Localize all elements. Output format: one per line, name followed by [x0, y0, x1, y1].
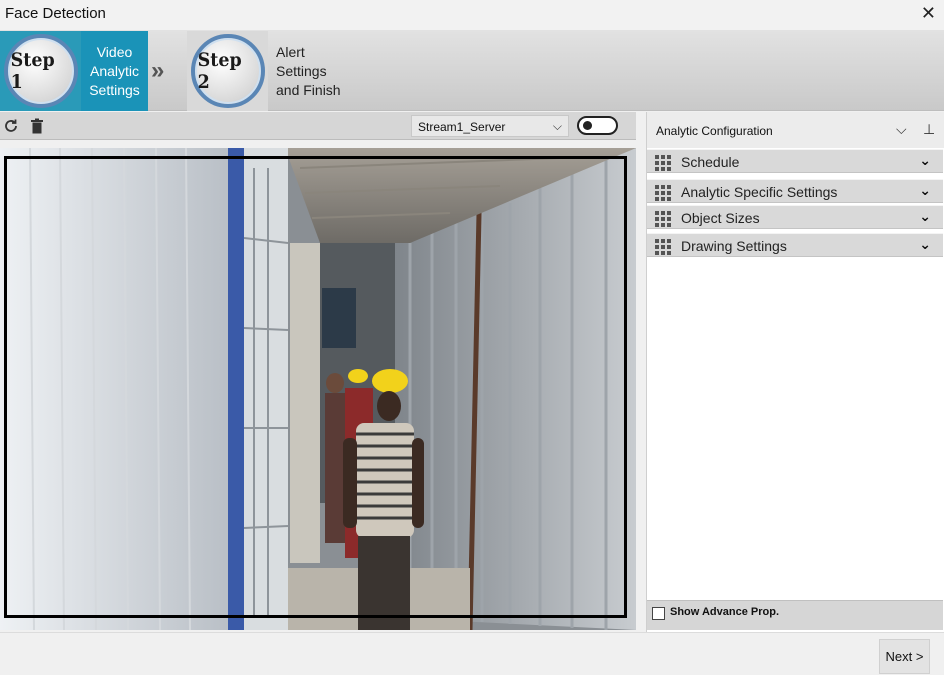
section-object-sizes[interactable]: Object Sizes ⌄	[647, 205, 943, 229]
step-1-badge-text: Step 1	[10, 49, 55, 93]
show-advance-label[interactable]: Show Advance Prop.	[670, 606, 779, 618]
window-title: Face Detection	[5, 5, 106, 22]
section-drawing-settings[interactable]: Drawing Settings ⌄	[647, 233, 943, 257]
show-advance-row: Show Advance Prop.	[647, 600, 943, 630]
step-2-circle: Step 2	[190, 34, 265, 108]
footer-bar: Next >	[0, 632, 944, 675]
panel-title: Analytic Configuration	[656, 124, 773, 138]
pin-icon[interactable]: ⊥	[923, 121, 935, 138]
step-1-circle: Step 1	[3, 34, 78, 108]
title-bar: Face Detection ✕	[0, 0, 944, 30]
section-label: Schedule	[681, 154, 740, 170]
stream-toggle[interactable]	[577, 116, 618, 135]
chevron-down-icon: ⌵	[552, 119, 562, 133]
close-icon[interactable]: ✕	[921, 3, 936, 24]
section-label: Object Sizes	[681, 210, 760, 226]
step-2-label-box[interactable]: Alert Settings and Finish	[268, 31, 358, 111]
grip-icon	[655, 239, 671, 255]
stream-select[interactable]: Stream1_Server ⌵	[411, 115, 569, 137]
step-2-label: Alert Settings and Finish	[276, 44, 341, 98]
chevron-down-icon: ⌄	[919, 236, 931, 252]
video-toolbar: Stream1_Server ⌵	[0, 112, 636, 140]
section-label: Analytic Specific Settings	[681, 184, 838, 200]
stream-select-value: Stream1_Server	[418, 120, 506, 134]
step-1-label-box[interactable]: Video Analytic Settings	[81, 31, 148, 111]
step-2-badge[interactable]: Step 2	[187, 31, 268, 111]
refresh-icon[interactable]	[3, 118, 19, 134]
chevron-down-icon: ⌄	[919, 152, 931, 168]
trash-icon[interactable]	[30, 118, 44, 134]
video-feed[interactable]	[0, 148, 636, 630]
step-2-badge-text: Step 2	[197, 49, 242, 93]
section-label: Drawing Settings	[681, 238, 787, 254]
grip-icon	[655, 211, 671, 227]
section-schedule[interactable]: Schedule ⌄	[647, 149, 943, 173]
chevron-down-icon: ⌄	[919, 182, 931, 198]
section-analytic-specific-settings[interactable]: Analytic Specific Settings ⌄	[647, 179, 943, 203]
next-button[interactable]: Next >	[879, 639, 930, 674]
wizard-steps-bar: Step 1 Video Analytic Settings » Step 2 …	[0, 30, 944, 111]
double-chevron-right-icon: »	[151, 57, 165, 84]
step-1-badge[interactable]: Step 1	[0, 31, 81, 111]
chevron-down-icon[interactable]: ⌵	[896, 121, 907, 138]
chevron-down-icon: ⌄	[919, 208, 931, 224]
panel-header: Analytic Configuration ⌵ ⊥	[647, 112, 944, 148]
grip-icon	[655, 155, 671, 171]
step-1-label: Video Analytic Settings	[89, 44, 140, 98]
video-panel: Stream1_Server ⌵	[0, 112, 640, 632]
grip-icon	[655, 185, 671, 201]
detection-region[interactable]	[4, 156, 627, 618]
show-advance-checkbox[interactable]	[652, 607, 665, 620]
analytic-configuration-panel: Analytic Configuration ⌵ ⊥ Schedule ⌄ An…	[646, 112, 944, 632]
